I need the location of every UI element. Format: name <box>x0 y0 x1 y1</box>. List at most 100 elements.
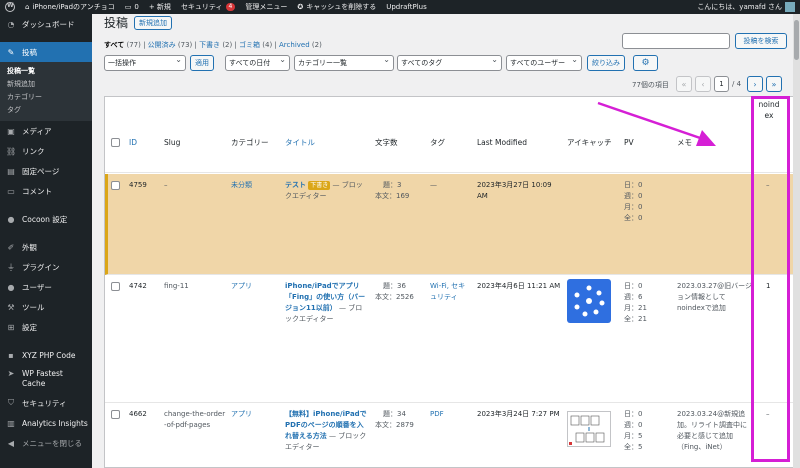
submenu-all-posts[interactable]: 投稿一覧 <box>0 65 92 78</box>
post-category-link[interactable]: アプリ <box>231 409 252 420</box>
menu-links[interactable]: ⛓ リンク <box>0 141 92 161</box>
search-input[interactable] <box>622 33 730 49</box>
current-page-input[interactable]: 1 <box>714 76 729 92</box>
menu-xyz-php-code[interactable]: ▪ XYZ PHP Code <box>0 345 92 365</box>
brush-icon: ✐ <box>7 242 15 252</box>
comment-icon: ▭ <box>124 3 132 11</box>
filter-all[interactable]: すべて <box>104 41 124 49</box>
category-filter-select[interactable]: カテゴリー一覧 <box>294 55 394 71</box>
main-content: 投稿 新規追加 すべて (77) | 公開済み (73) | 下書き (2) |… <box>92 14 800 468</box>
row-checkbox[interactable] <box>111 282 120 291</box>
wordcount-title: 題：34 <box>383 410 406 418</box>
row-checkbox[interactable] <box>111 181 120 190</box>
items-count: 77個の項目 <box>632 81 669 89</box>
post-title-link[interactable]: テスト <box>285 181 306 189</box>
select-all-checkbox[interactable] <box>111 138 120 147</box>
noindex-highlight-box <box>751 96 790 462</box>
wordpress-logo[interactable] <box>0 0 20 14</box>
draft-badge: 下書き <box>308 181 331 190</box>
table-header: ID Slug カテゴリー タイトル 文字数 タグ Last Modified … <box>105 97 799 173</box>
wordcount-title: 題：3 <box>383 181 402 189</box>
bulk-action-select[interactable]: 一括操作 <box>104 55 186 71</box>
post-memo: 2023.03.27@旧バージョン情報としてnoindexで追加 <box>677 282 752 312</box>
clear-cache-link[interactable]: ✪ キャッシュを削除する <box>292 0 381 14</box>
menu-settings[interactable]: ⊞ 設定 <box>0 317 92 337</box>
post-title: iPhone/iPadでアプリ「Fing」の使い方（バージョン11以前） — ブ… <box>285 281 369 325</box>
security-link[interactable]: セキュリティ 4 <box>176 0 240 14</box>
filter-draft[interactable]: 下書き <box>199 41 220 49</box>
menu-users[interactable]: ● ユーザー <box>0 277 92 297</box>
date-filter-select[interactable]: すべての日付 <box>225 55 290 71</box>
column-last-modified[interactable]: Last Modified <box>477 137 527 148</box>
menu-appearance[interactable]: ✐ 外観 <box>0 237 92 257</box>
table-row: 4759 – 未分類 テスト 下書き — ブロックエディター 題：3 本文：16… <box>105 174 799 275</box>
submenu-categories[interactable]: カテゴリー <box>0 91 92 104</box>
post-tags[interactable]: Wi-Fi, セキュリティ <box>430 281 470 303</box>
admin-sidebar: ◔ ダッシュボード ✎ 投稿 投稿一覧 新規追加 カテゴリー タグ ▣ メディア ⛓ リ… <box>0 14 92 468</box>
user-filter-select[interactable]: すべてのユーザー <box>506 55 582 71</box>
menu-comments[interactable]: ▭ コメント <box>0 181 92 201</box>
eyecatch-image <box>567 279 611 323</box>
wordpress-icon <box>5 2 15 12</box>
menu-tools[interactable]: ⚒ ツール <box>0 297 92 317</box>
wrench-icon: ⚒ <box>7 302 15 312</box>
tag-filter-select[interactable]: すべてのタグ <box>397 55 502 71</box>
admin-menu-link[interactable]: 管理メニュー <box>240 0 292 14</box>
total-pages: / 4 <box>732 80 742 88</box>
post-category-link[interactable]: 未分類 <box>231 180 252 191</box>
first-page-button[interactable]: « <box>676 76 692 92</box>
post-tags[interactable]: PDF <box>430 409 444 420</box>
apply-button[interactable]: 適用 <box>190 55 214 71</box>
last-page-button[interactable]: » <box>766 76 782 92</box>
collapse-menu-button[interactable]: ◀ メニューを閉じる <box>0 433 92 453</box>
post-memo: 2023.03.24@新規追加。リライト調査中に必要と感じて追加（Fing、iN… <box>677 410 747 451</box>
wordcount-body: 本文：2879 <box>375 421 414 429</box>
dashboard-icon: ◔ <box>7 19 15 29</box>
column-id[interactable]: ID <box>129 137 137 148</box>
admin-bar: ⌂iPhone/iPadのアンチョコ ▭0 + 新規 セキュリティ4 管理メニュ… <box>0 0 800 14</box>
posts-table: ID Slug カテゴリー タイトル 文字数 タグ Last Modified … <box>104 96 800 468</box>
post-slug: change-the-order-of-pdf-pages <box>164 410 226 429</box>
search-posts-button[interactable]: 投稿を検索 <box>735 33 787 49</box>
comments-link[interactable]: ▭ 0 <box>120 0 144 14</box>
post-id: 4759 <box>129 181 147 189</box>
post-category-link[interactable]: アプリ <box>231 281 252 292</box>
scrollbar-thumb[interactable] <box>794 20 799 60</box>
menu-analytics-insights[interactable]: ▥ Analytics Insights <box>0 413 92 433</box>
submenu-add-new[interactable]: 新規追加 <box>0 78 92 91</box>
comment-icon: ▭ <box>7 186 15 196</box>
settings-button[interactable]: ⚙ <box>633 55 658 71</box>
pdf-pages-icon <box>569 415 605 445</box>
next-page-button[interactable]: › <box>747 76 763 92</box>
xyz-icon: ▪ <box>8 350 14 360</box>
filter-trash[interactable]: ゴミ箱 <box>239 41 260 49</box>
plugin-icon: ⏚ <box>7 262 15 272</box>
menu-pages[interactable]: ▤ 固定ページ <box>0 161 92 181</box>
menu-wp-fastest-cache[interactable]: ➤ WP Fastest Cache <box>0 365 92 393</box>
posts-submenu: 投稿一覧 新規追加 カテゴリー タグ <box>0 62 92 121</box>
site-name-link[interactable]: ⌂ iPhone/iPadのアンチョコ <box>20 0 120 14</box>
menu-cocoon-settings[interactable]: ● Cocoon 設定 <box>0 209 92 229</box>
menu-plugins[interactable]: ⏚ プラグイン <box>0 257 92 277</box>
filter-button[interactable]: 絞り込み <box>587 55 625 71</box>
menu-media[interactable]: ▣ メディア <box>0 121 92 141</box>
row-checkbox[interactable] <box>111 410 120 419</box>
filter-archived[interactable]: Archived <box>279 41 310 49</box>
link-icon: ⛓ <box>6 146 17 156</box>
filter-published[interactable]: 公開済み <box>148 41 176 49</box>
menu-security[interactable]: ⛉ セキュリティ <box>0 393 92 413</box>
menu-posts[interactable]: ✎ 投稿 <box>0 42 92 62</box>
add-new-button[interactable]: 新規追加 <box>134 16 172 30</box>
my-account-link[interactable]: こんにちは、yamafd さん <box>692 0 800 14</box>
new-content-link[interactable]: + 新規 <box>144 0 176 14</box>
column-memo: メモ <box>677 138 692 147</box>
column-slug: Slug <box>164 138 181 147</box>
submenu-tags[interactable]: タグ <box>0 104 92 117</box>
column-title[interactable]: タイトル <box>285 137 315 148</box>
prev-page-button[interactable]: ‹ <box>695 76 711 92</box>
menu-dashboard[interactable]: ◔ ダッシュボード <box>0 14 92 34</box>
page-title: 投稿 <box>104 16 129 30</box>
updraftplus-link[interactable]: UpdraftPlus <box>381 0 432 14</box>
scrollbar[interactable] <box>793 14 800 468</box>
post-wordcount: 題：3 本文：169 <box>375 180 425 202</box>
